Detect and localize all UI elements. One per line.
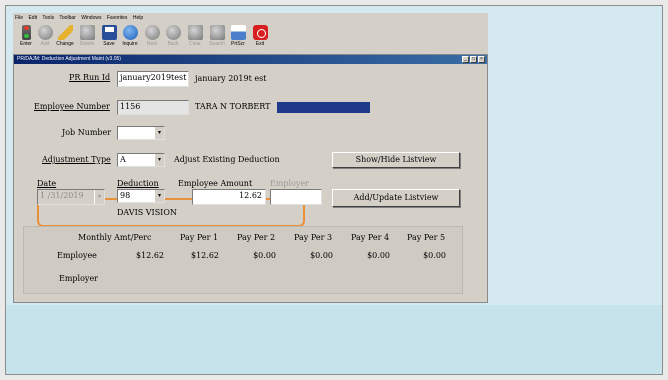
back-label: Back — [167, 41, 179, 47]
inquire-button[interactable]: Inquire — [118, 24, 142, 52]
toolbar: Enter Add Change Delete Save Inquire Nex… — [13, 23, 488, 53]
column-header-pay-per-5: Pay Per 5 — [407, 233, 446, 242]
pr-run-id-description: january 2019t est — [195, 74, 267, 83]
menu-edit[interactable]: Edit — [28, 15, 37, 21]
deduction-select[interactable]: 98 ▾ — [117, 189, 165, 203]
window-controls: _ □ × — [461, 56, 485, 63]
adjustment-type-value: A — [120, 155, 126, 164]
close-button[interactable]: × — [478, 56, 485, 63]
employee-number-input[interactable]: 1156 — [117, 100, 189, 115]
menu-tools[interactable]: Tools — [42, 15, 54, 21]
date-input[interactable]: 1 /31/2019 ▾ — [37, 189, 105, 205]
menu-windows[interactable]: Windows — [81, 15, 101, 21]
menu-favorites[interactable]: Favorites — [107, 15, 128, 21]
employer-amount-input[interactable] — [270, 189, 322, 205]
deduction-description: DAVIS VISION — [117, 208, 177, 217]
employee-pay-per-4-value: $0.00 — [367, 251, 390, 260]
pencil-icon — [57, 25, 73, 40]
traffic-light-icon — [21, 25, 31, 40]
clear-icon — [187, 25, 203, 40]
row-label-employer: Employer — [59, 274, 98, 283]
slide-footer-band — [6, 305, 662, 374]
menu-file[interactable]: File — [15, 15, 23, 21]
show-hide-listview-button[interactable]: Show/Hide Listview — [332, 152, 460, 168]
column-header-pay-per-1: Pay Per 1 — [180, 233, 219, 242]
job-number-label: Job Number — [62, 128, 112, 137]
printer-icon — [230, 25, 246, 40]
employee-name: TARA N TORBERT — [195, 102, 271, 111]
next-icon — [144, 25, 160, 40]
minimize-button[interactable]: _ — [462, 56, 469, 63]
employee-name-redaction — [277, 102, 370, 113]
employee-pay-per-5-value: $0.00 — [423, 251, 446, 260]
employee-pay-per-2-value: $0.00 — [253, 251, 276, 260]
adjustment-type-select[interactable]: A ▾ — [117, 153, 165, 167]
chevron-down-icon: ▾ — [154, 154, 164, 166]
exit-icon — [252, 25, 268, 40]
info-icon — [122, 25, 138, 40]
prtscr-label: PrtScr — [231, 41, 245, 47]
column-header-pay-per-4: Pay Per 4 — [351, 233, 390, 242]
deduction-value: 98 — [120, 191, 131, 200]
add-icon — [37, 25, 53, 40]
row-label-employee: Employee — [57, 251, 97, 260]
window-titlebar: PR/DAJM: Deduction Adjustment Maint (v3.… — [14, 55, 487, 64]
date-value: 1 /31/2019 — [40, 191, 84, 200]
clear-button[interactable]: Clear — [183, 24, 207, 52]
employee-pay-per-3-value: $0.00 — [310, 251, 333, 260]
job-number-select[interactable]: ▾ — [117, 126, 165, 140]
back-icon — [165, 25, 181, 40]
chevron-down-icon: ▾ — [94, 190, 104, 204]
change-label: Change — [56, 41, 74, 47]
window-title: PR/DAJM: Deduction Adjustment Maint (v3.… — [17, 56, 121, 62]
employee-number-label: Employee Number — [34, 102, 110, 111]
inquire-label: Inquire — [122, 41, 138, 47]
clear-label: Clear — [189, 41, 201, 47]
menu-help[interactable]: Help — [133, 15, 143, 21]
column-header-pay-per-3: Pay Per 3 — [294, 233, 333, 242]
chevron-down-icon: ▾ — [154, 190, 164, 202]
prtscr-button[interactable]: PrtScr — [226, 24, 250, 52]
pr-run-id-input[interactable]: january2019test — [117, 71, 189, 87]
employee-amount-input[interactable]: 12.62 — [192, 189, 266, 205]
back-button[interactable]: Back — [161, 24, 185, 52]
delete-icon — [79, 25, 95, 40]
delete-label: Delete — [79, 41, 95, 47]
binoculars-icon — [209, 25, 225, 40]
delete-button[interactable]: Delete — [75, 24, 99, 52]
maximize-button[interactable]: □ — [470, 56, 477, 63]
employee-monthly-value: $12.62 — [136, 251, 164, 260]
column-header-monthly: Monthly Amt/Perc — [78, 233, 152, 242]
column-header-pay-per-2: Pay Per 2 — [237, 233, 276, 242]
menu-bar: File Edit Tools Toolbar Windows Favorite… — [13, 13, 488, 23]
adjustment-type-label: Adjustment Type — [42, 155, 111, 164]
exit-button[interactable]: Exit — [248, 24, 272, 52]
change-button[interactable]: Change — [53, 24, 77, 52]
menu-toolbar[interactable]: Toolbar — [59, 15, 75, 21]
exit-label: Exit — [255, 41, 265, 47]
add-update-listview-button[interactable]: Add/Update Listview — [332, 189, 460, 207]
save-icon — [101, 25, 117, 40]
chevron-down-icon: ▾ — [154, 127, 164, 139]
employee-pay-per-1-value: $12.62 — [191, 251, 219, 260]
adjustment-type-description: Adjust Existing Deduction — [174, 155, 280, 164]
deduction-summary-grid: Monthly Amt/Perc Pay Per 1 Pay Per 2 Pay… — [23, 226, 463, 294]
pr-run-id-label: PR Run Id — [69, 73, 111, 82]
